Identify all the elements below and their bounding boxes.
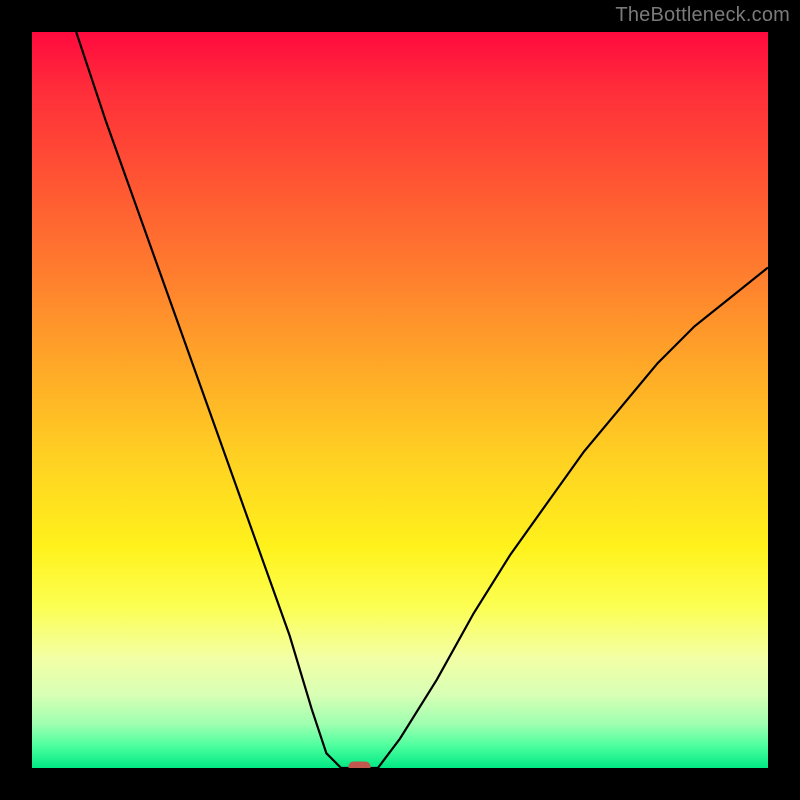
plot-area bbox=[32, 32, 768, 768]
watermark-text: TheBottleneck.com bbox=[615, 4, 790, 27]
curve-layer bbox=[32, 32, 768, 768]
right-curve bbox=[378, 268, 768, 769]
left-curve bbox=[76, 32, 341, 768]
optimum-marker bbox=[349, 762, 371, 769]
chart-frame: TheBottleneck.com bbox=[0, 0, 800, 800]
